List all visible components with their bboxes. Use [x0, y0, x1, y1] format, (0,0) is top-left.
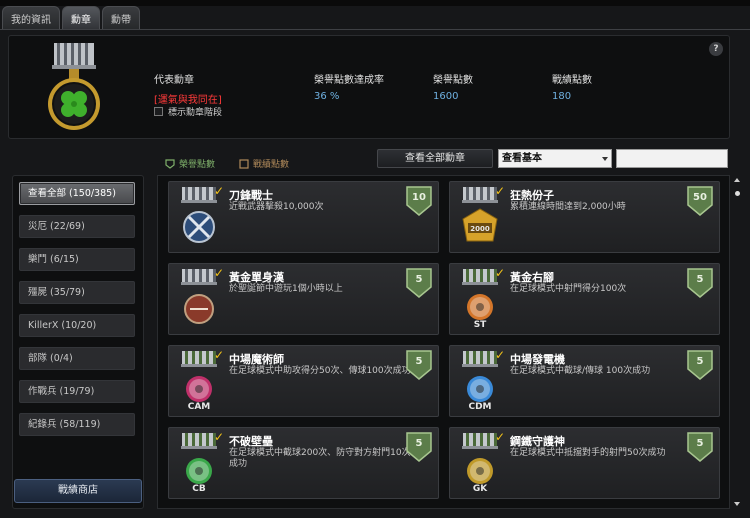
honor-rate-label: 榮譽點數達成率 — [314, 75, 384, 86]
honor-points-value: 1600 — [433, 91, 459, 102]
legend-honor: 榮譽點數 — [165, 157, 215, 170]
medal-points: 50 — [693, 192, 707, 203]
earned-check-icon: ✓ — [495, 430, 506, 444]
view-all-medals-button[interactable]: 查看全部勳章 — [377, 149, 493, 168]
view-mode-select[interactable]: 查看基本 — [498, 149, 612, 168]
medal-points: 5 — [415, 356, 423, 367]
medal-description: 在足球模式中射門得分100次 — [510, 284, 627, 294]
medal-points: 5 — [696, 356, 704, 367]
honor-points-label: 榮譽點數 — [433, 75, 473, 86]
show-tier-label: 標示勳章階段 — [168, 108, 223, 118]
medal-card[interactable]: CB ✓ 不破壁壘 在足球模式中截球200次、防守對方射門10次成功 5 — [168, 427, 439, 499]
help-icon[interactable]: ? — [709, 42, 723, 56]
show-tier-toggle[interactable]: 標示勳章階段 — [154, 105, 222, 118]
rep-medal-value: [運氣與我同在] — [154, 95, 222, 106]
view-mode-value: 查看基本 — [502, 153, 542, 164]
scroll-up-icon[interactable] — [734, 178, 740, 182]
earned-check-icon: ✓ — [214, 348, 225, 362]
tab-medals[interactable]: 勳章 — [62, 6, 100, 30]
earned-check-icon: ✓ — [214, 266, 225, 280]
medal-points: 10 — [412, 192, 426, 203]
svg-text:ST: ST — [474, 320, 487, 330]
medal-card[interactable]: ✓ 黃金單身漢 於聖誕節中遊玩1個小時以上 5 — [168, 263, 439, 335]
earned-check-icon: ✓ — [495, 348, 506, 362]
medal-title: 黃金右腳 — [510, 271, 554, 284]
tab-my-info[interactable]: 我的資訊 — [2, 6, 60, 30]
grid-scrollbar[interactable] — [733, 175, 742, 509]
show-tier-checkbox[interactable] — [154, 107, 163, 116]
medal-title: 中場魔術師 — [229, 353, 284, 366]
earned-check-icon: ✓ — [214, 430, 225, 444]
svg-text:CB: CB — [192, 484, 206, 494]
medal-description: 累積連線時間達到2,000小時 — [510, 202, 626, 212]
rep-medal-label: 代表勳章 — [154, 75, 194, 86]
scroll-thumb[interactable] — [735, 191, 740, 196]
honor-shield-icon — [165, 158, 175, 169]
svg-text:GK: GK — [473, 484, 488, 494]
medal-points: 5 — [696, 274, 704, 285]
honor-points-block: 榮譽點數 1600 — [433, 71, 473, 102]
sidebar-item-combat[interactable]: 作戰兵 (19/79) — [19, 380, 135, 403]
medal-description: 在足球模式中抵擋對手的射門50次成功 — [510, 448, 666, 458]
sidebar-item-all[interactable]: 查看全部 (150/385) — [19, 182, 135, 205]
points-legend: 榮譽點數 戰績點數 — [165, 157, 289, 170]
medal-description: 在足球模式中助攻得分50次、傳球100次成功 — [229, 366, 411, 376]
war-box-icon — [239, 158, 249, 169]
svg-text:CDM: CDM — [468, 402, 491, 412]
medal-card[interactable]: ST ✓ 黃金右腳 在足球模式中射門得分100次 5 — [449, 263, 720, 335]
honor-rate-value: 36 % — [314, 91, 340, 102]
sidebar-item-killerx[interactable]: KillerX (10/20) — [19, 314, 135, 337]
tab-divider — [0, 29, 750, 30]
svg-text:CAM: CAM — [188, 402, 211, 412]
medal-title: 鋼鐵守護神 — [510, 435, 565, 448]
sidebar-item-fight[interactable]: 樂鬥 (6/15) — [19, 248, 135, 271]
medal-description: 在足球模式中截球200次、防守對方射門10次成功 — [229, 448, 411, 469]
sidebar-item-zombie[interactable]: 殭屍 (35/79) — [19, 281, 135, 304]
medal-card[interactable]: ✓ 刀鋒戰士 近戰武器擊殺10,000次 10 — [168, 181, 439, 253]
honor-rate-block: 榮譽點數達成率 36 % — [314, 71, 384, 102]
earned-check-icon: ✓ — [495, 184, 506, 198]
scroll-down-icon[interactable] — [734, 502, 740, 506]
profile-panel: ? 代表勳章 [運氣與我同在] 榮譽點數達成率 36 % 榮譽點數 1600 戰… — [8, 35, 730, 139]
tab-bar: 我的資訊 勳章 勳帶 — [0, 6, 140, 30]
medal-points: 5 — [696, 438, 704, 449]
svg-text:2000: 2000 — [470, 225, 490, 233]
medal-title: 狂熱份子 — [510, 189, 554, 202]
war-shop-button[interactable]: 戰績商店 — [14, 479, 142, 503]
medal-title: 刀鋒戰士 — [229, 189, 273, 202]
war-points-value: 180 — [552, 91, 572, 102]
war-points-label: 戰績點數 — [552, 75, 592, 86]
sidebar-item-squad[interactable]: 部隊 (0/4) — [19, 347, 135, 370]
medal-card[interactable]: CAM ✓ 中場魔術師 在足球模式中助攻得分50次、傳球100次成功 5 — [168, 345, 439, 417]
medal-title: 黃金單身漢 — [229, 271, 284, 284]
sidebar-item-disaster[interactable]: 災厄 (22/69) — [19, 215, 135, 238]
medal-title: 中場發電機 — [510, 353, 565, 366]
legend-war-label: 戰績點數 — [253, 160, 290, 170]
legend-war: 戰績點數 — [239, 157, 289, 170]
legend-honor-label: 榮譽點數 — [179, 160, 216, 170]
earned-check-icon: ✓ — [495, 266, 506, 280]
medal-description: 近戰武器擊殺10,000次 — [229, 202, 324, 212]
war-points-block: 戰績點數 180 — [552, 71, 592, 102]
medal-description: 在足球模式中截球/傳球 100次成功 — [510, 366, 651, 376]
chevron-down-icon — [602, 157, 608, 161]
search-input[interactable] — [616, 149, 728, 168]
medal-points: 5 — [415, 438, 423, 449]
medal-card[interactable]: 2000 ✓ 狂熱份子 累積連線時間達到2,000小時 50 — [449, 181, 720, 253]
tab-ribbons[interactable]: 勳帶 — [102, 6, 140, 30]
category-sidebar: 查看全部 (150/385) 災厄 (22/69) 樂鬥 (6/15) 殭屍 (… — [12, 175, 144, 509]
medal-description: 於聖誕節中遊玩1個小時以上 — [229, 284, 343, 294]
sidebar-item-record[interactable]: 紀錄兵 (58/119) — [19, 413, 135, 436]
medal-card[interactable]: GK ✓ 鋼鐵守護神 在足球模式中抵擋對手的射門50次成功 5 — [449, 427, 720, 499]
medal-card[interactable]: CDM ✓ 中場發電機 在足球模式中截球/傳球 100次成功 5 — [449, 345, 720, 417]
medal-title: 不破壁壘 — [229, 435, 273, 448]
clover-medal-icon — [48, 43, 100, 130]
earned-check-icon: ✓ — [214, 184, 225, 198]
rep-medal-block: 代表勳章 [運氣與我同在] — [154, 71, 222, 106]
medal-points: 5 — [415, 274, 423, 285]
